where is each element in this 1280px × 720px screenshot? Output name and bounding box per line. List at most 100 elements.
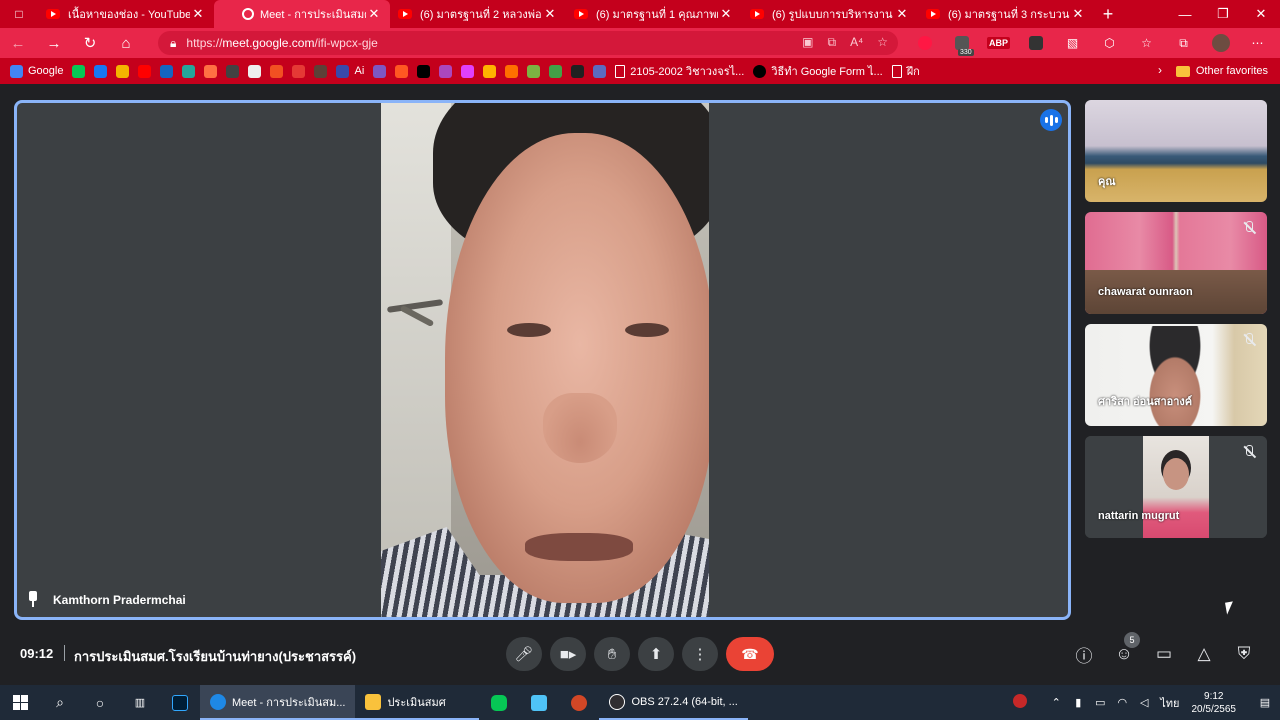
leave-call-button[interactable]: ☎︎ (726, 637, 774, 671)
line-taskbar-icon[interactable] (479, 685, 519, 720)
more-options-button[interactable]: ⋮ (682, 637, 718, 671)
wifi-icon[interactable]: ◠ (1112, 696, 1132, 709)
taskbar-app-edge-meet[interactable]: Meet - การประเมินสม... (200, 685, 356, 720)
taskbar-app-obs[interactable]: OBS 27.2.4 (64-bit, ... (599, 685, 748, 720)
bookmark-2[interactable] (94, 58, 108, 84)
close-tab-icon[interactable]: ✕ (718, 6, 734, 22)
cortana-button[interactable]: ○ (80, 685, 120, 720)
open-app-icon[interactable]: ⧉ (827, 35, 836, 50)
microphone-tray-icon[interactable]: ▮ (1068, 696, 1088, 709)
bookmark-21[interactable] (527, 58, 541, 84)
bookmark-10[interactable] (270, 58, 284, 84)
extension-puzzle-icon[interactable]: ▧ (1054, 28, 1091, 58)
chat-button[interactable]: ▭ (1152, 640, 1176, 668)
close-tab-icon[interactable]: ✕ (542, 6, 558, 22)
tab-standard-2[interactable]: (6) มาตรฐานที่ 2 หลวงพ่อวัดท่ ✕ (390, 0, 566, 28)
volume-icon[interactable]: ◁ (1134, 696, 1154, 709)
restore-icon[interactable]: ❐ (1204, 0, 1242, 28)
extension-sync-icon[interactable]: ⬡ (1091, 28, 1128, 58)
search-button[interactable]: ⌕ (40, 685, 80, 720)
chevron-up-icon[interactable]: ⌃ (1046, 696, 1066, 709)
start-button[interactable] (0, 685, 40, 720)
close-window-icon[interactable]: ✕ (1242, 0, 1280, 28)
taskbar-clock[interactable]: 9:12 20/5/2565 (1192, 690, 1237, 716)
bookmark-20[interactable] (505, 58, 519, 84)
bookmark-8[interactable] (226, 58, 240, 84)
bookmark-5[interactable] (160, 58, 174, 84)
bookmark-1[interactable] (72, 58, 86, 84)
tab-standard-1[interactable]: (6) มาตรฐานที่ 1 คุณภาพผู้เรียน ✕ (566, 0, 742, 28)
bookmark-doc-2105[interactable]: 2105-2002 วิชาวงจรไ... (615, 58, 744, 84)
address-bar[interactable]: 🔒︎ https://meet.google.com/ifi-wpcx-gje … (158, 31, 898, 55)
back-button[interactable]: ← (0, 28, 36, 58)
camera-button[interactable]: ■▸ (550, 637, 586, 671)
bookmark-23[interactable] (571, 58, 585, 84)
bookmark-13[interactable]: Ai (336, 58, 364, 84)
activities-button[interactable]: △ (1192, 640, 1216, 668)
close-tab-icon[interactable]: ✕ (1070, 6, 1086, 22)
more-menu-icon[interactable]: ⋯ (1239, 28, 1276, 58)
host-controls-button[interactable]: ⛨ (1232, 640, 1256, 668)
close-tab-icon[interactable]: ✕ (190, 6, 206, 22)
close-tab-icon[interactable]: ✕ (366, 6, 382, 22)
notifications-icon[interactable]: ▤ (1250, 696, 1280, 709)
bookmark-12[interactable] (314, 58, 328, 84)
task-view-button[interactable]: ▥ (120, 685, 160, 720)
camera-icon[interactable]: ▣ (802, 35, 813, 50)
bookmark-4[interactable] (138, 58, 152, 84)
bookmark-9[interactable] (248, 58, 262, 84)
other-favorites-folder[interactable]: Other favorites (1175, 58, 1268, 84)
home-button[interactable]: ⌂ (108, 28, 144, 58)
recording-tray-icon[interactable] (1010, 694, 1030, 711)
read-aloud-icon[interactable]: A⁴ (850, 35, 863, 50)
bookmark-16[interactable] (417, 58, 431, 84)
bookmark-google-form[interactable]: วิธีทำ Google Form ไ... (753, 58, 883, 84)
participant-tile-sarisa[interactable]: ศาริสา อ่อนสาอางค์ (1085, 324, 1267, 426)
bookmark-11[interactable] (292, 58, 306, 84)
tab-actions-button[interactable]: □ (0, 0, 38, 28)
bookmark-18[interactable] (461, 58, 475, 84)
participant-tile-nattarin[interactable]: nattarin mugrut (1085, 436, 1267, 538)
bookmark-22[interactable] (549, 58, 563, 84)
tab-management-model[interactable]: (6) รูปแบบการบริหารงาน โรงเรี ✕ (742, 0, 918, 28)
main-video-tile[interactable]: Kamthorn Pradermchai (14, 100, 1071, 620)
photoshop-taskbar-icon[interactable] (160, 685, 200, 720)
extension-dark-icon[interactable] (1017, 28, 1054, 58)
extension-badge-icon[interactable]: 330 (943, 28, 980, 58)
forward-button[interactable]: → (36, 28, 72, 58)
profile-avatar[interactable] (1202, 28, 1239, 58)
favorites-icon[interactable]: ☆ (1128, 28, 1165, 58)
microphone-button[interactable]: 🎤︎ (506, 637, 542, 671)
taskbar-app-folder[interactable]: ประเมินสมศ (355, 685, 480, 720)
favorite-star-icon[interactable]: ☆ (877, 35, 888, 50)
present-screen-button[interactable]: ⬆ (638, 637, 674, 671)
bookmark-0[interactable]: Google (10, 58, 63, 84)
bookmark-3[interactable] (116, 58, 130, 84)
adblock-plus-icon[interactable]: ABP (980, 28, 1017, 58)
participant-tile-self[interactable]: คุณ (1085, 100, 1267, 202)
tab-meet[interactable]: Meet - การประเมินสมศ.โ ✕ (214, 0, 390, 28)
people-button[interactable]: ☺ 5 (1112, 632, 1140, 668)
pin-icon[interactable] (26, 591, 40, 609)
powerpoint-taskbar-icon[interactable] (559, 685, 599, 720)
input-language-indicator[interactable]: ไทย (1160, 694, 1179, 712)
new-tab-button[interactable]: + (1094, 0, 1122, 28)
bookmark-14[interactable] (373, 58, 387, 84)
battery-icon[interactable]: ▭ (1090, 696, 1110, 709)
close-tab-icon[interactable]: ✕ (894, 6, 910, 22)
tab-youtube-studio[interactable]: เนื้อหาของช่อง - YouTube Stu ✕ (38, 0, 214, 28)
bookmark-doc-practice[interactable]: ฝึก (891, 58, 920, 84)
bookmark-6[interactable] (182, 58, 196, 84)
bookmark-7[interactable] (204, 58, 218, 84)
extension-red-icon[interactable] (906, 28, 943, 58)
tab-standard-3[interactable]: (6) มาตรฐานที่ 3 กระบวนการ ✕ (918, 0, 1094, 28)
bookmark-24[interactable] (593, 58, 607, 84)
bookmark-17[interactable] (439, 58, 453, 84)
reload-button[interactable]: ↻ (72, 28, 108, 58)
minimize-icon[interactable]: — (1166, 0, 1204, 28)
collections-icon[interactable]: ⧉ (1165, 28, 1202, 58)
participant-tile-chawarat[interactable]: chawarat ounraon (1085, 212, 1267, 314)
meeting-details-button[interactable]: ⓘ (1072, 640, 1096, 668)
bookmark-19[interactable] (483, 58, 497, 84)
bookmark-15[interactable] (395, 58, 409, 84)
